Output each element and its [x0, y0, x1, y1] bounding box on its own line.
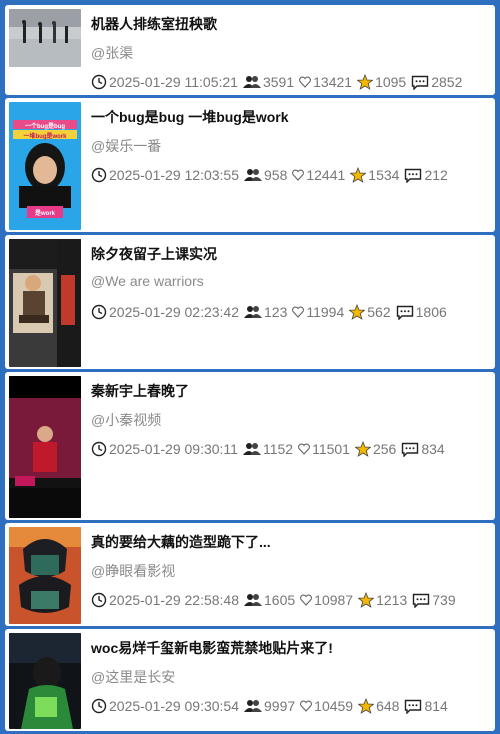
comments-count[interactable]: 1806: [396, 304, 447, 320]
users-icon: [242, 443, 261, 455]
likes-count[interactable]: 11501: [298, 441, 350, 457]
comments-count[interactable]: 739: [412, 592, 456, 608]
favorites-count[interactable]: 1095: [357, 74, 406, 90]
favorites-count[interactable]: 562: [349, 304, 391, 320]
favorites-count[interactable]: 256: [354, 441, 396, 457]
video-thumbnail[interactable]: 一个bug是bug 一堆bug是work 是work: [9, 102, 81, 230]
video-thumbnail[interactable]: [9, 527, 81, 624]
comments-count[interactable]: 2852: [411, 74, 462, 90]
video-card[interactable]: 秦新宇上春晚了 @小秦视频 2025-01-29 09:30:11 1152 1…: [5, 372, 495, 520]
stats-row: 2025-01-29 22:58:48 1605 10987 1213 739: [91, 592, 491, 608]
heart-icon: [292, 306, 305, 318]
video-card[interactable]: 机器人排练室扭秧歌 @张渠 2025-01-29 11:05:21 3591 1…: [5, 5, 495, 95]
comment-icon: [405, 168, 422, 183]
thumbnail-caption-top: 一个bug是bug: [25, 124, 65, 130]
viewers-count: 958: [244, 167, 287, 183]
video-title[interactable]: 一个bug是bug 一堆bug是work: [91, 107, 489, 127]
viewers-count: 9997: [244, 698, 295, 714]
heart-icon: [292, 169, 305, 181]
comment-icon: [402, 442, 419, 457]
comments-count[interactable]: 814: [404, 698, 448, 714]
users-icon: [244, 700, 262, 712]
author-name[interactable]: @小秦视频: [91, 410, 161, 430]
star-icon: [354, 441, 371, 457]
author-name[interactable]: @睁眼看影视: [91, 561, 175, 581]
comment-icon: [412, 75, 429, 90]
timestamp: 2025-01-29 02:23:42: [91, 304, 239, 320]
comment-icon: [405, 699, 422, 714]
clock-icon: [91, 304, 107, 320]
viewers-count: 3591: [242, 74, 294, 90]
author-name[interactable]: @张渠: [91, 43, 133, 63]
thumbnail-caption-mid: 一堆bug是work: [23, 134, 67, 140]
heart-icon: [298, 443, 311, 455]
timestamp: 2025-01-29 09:30:54: [91, 698, 239, 714]
users-icon: [244, 169, 262, 181]
likes-count[interactable]: 11994: [292, 304, 344, 320]
users-icon: [244, 594, 262, 606]
video-title[interactable]: 机器人排练室扭秧歌: [91, 14, 489, 34]
likes-count[interactable]: 12441: [292, 167, 345, 183]
stats-row: 2025-01-29 12:03:55 958 12441 1534 212: [91, 167, 491, 183]
star-icon: [349, 304, 366, 320]
heart-icon: [300, 700, 313, 712]
clock-icon: [91, 592, 107, 608]
video-title[interactable]: 秦新宇上春晚了: [91, 381, 489, 401]
video-title[interactable]: 真的要给大藕的造型跪下了...: [91, 532, 489, 552]
timestamp: 2025-01-29 11:05:21: [91, 74, 238, 90]
thumbnail-caption-badge: 是work: [34, 211, 55, 217]
viewers-count: 1605: [244, 592, 295, 608]
video-thumbnail[interactable]: [9, 239, 81, 367]
favorites-count[interactable]: 648: [358, 698, 399, 714]
users-icon: [244, 306, 262, 318]
video-card[interactable]: 一个bug是bug 一堆bug是work 是work 一个bug是bug 一堆b…: [5, 98, 495, 232]
window-frame: 机器人排练室扭秧歌 @张渠 2025-01-29 11:05:21 3591 1…: [3, 3, 497, 731]
likes-count[interactable]: 10987: [300, 592, 353, 608]
likes-count[interactable]: 13421: [299, 74, 352, 90]
author-name[interactable]: @We are warriors: [91, 273, 204, 289]
video-thumbnail[interactable]: [9, 9, 81, 67]
video-list: 机器人排练室扭秧歌 @张渠 2025-01-29 11:05:21 3591 1…: [5, 5, 495, 734]
viewers-count: 1152: [242, 441, 293, 457]
comment-icon: [413, 593, 430, 608]
star-icon: [357, 74, 374, 90]
video-thumbnail[interactable]: [9, 376, 81, 518]
viewers-count: 123: [244, 304, 287, 320]
comments-count[interactable]: 212: [404, 167, 448, 183]
timestamp: 2025-01-29 09:30:11: [91, 441, 238, 457]
clock-icon: [91, 74, 107, 90]
video-card[interactable]: 除夕夜留子上课实况 @We are warriors 2025-01-29 02…: [5, 235, 495, 369]
video-title[interactable]: 除夕夜留子上课实况: [91, 244, 489, 264]
heart-icon: [299, 76, 312, 88]
comment-icon: [396, 305, 413, 320]
users-icon: [242, 76, 261, 88]
video-card[interactable]: woc易烊千玺新电影蛮荒禁地贴片来了! @这里是长安 2025-01-29 09…: [5, 629, 495, 731]
likes-count[interactable]: 10459: [300, 698, 353, 714]
stats-row: 2025-01-29 09:30:11 1152 11501 256 834: [91, 441, 491, 457]
stats-row: 2025-01-29 09:30:54 9997 10459 648 814: [91, 698, 491, 714]
star-icon: [358, 698, 375, 714]
video-card[interactable]: 真的要给大藕的造型跪下了... @睁眼看影视 2025-01-29 22:58:…: [5, 523, 495, 626]
comments-count[interactable]: 834: [401, 441, 445, 457]
author-name[interactable]: @这里是长安: [91, 667, 175, 687]
video-title[interactable]: woc易烊千玺新电影蛮荒禁地贴片来了!: [91, 638, 489, 658]
stats-row: 2025-01-29 11:05:21 3591 13421 1095 2852: [91, 74, 491, 90]
clock-icon: [91, 441, 107, 457]
heart-icon: [300, 594, 313, 606]
favorites-count[interactable]: 1213: [358, 592, 407, 608]
timestamp: 2025-01-29 12:03:55: [91, 167, 239, 183]
favorites-count[interactable]: 1534: [350, 167, 399, 183]
clock-icon: [91, 698, 107, 714]
clock-icon: [91, 167, 107, 183]
timestamp: 2025-01-29 22:58:48: [91, 592, 239, 608]
star-icon: [350, 167, 367, 183]
author-name[interactable]: @娱乐一番: [91, 136, 161, 156]
star-icon: [358, 592, 375, 608]
stats-row: 2025-01-29 02:23:42 123 11994 562 1806: [91, 304, 491, 320]
video-thumbnail[interactable]: [9, 633, 81, 729]
